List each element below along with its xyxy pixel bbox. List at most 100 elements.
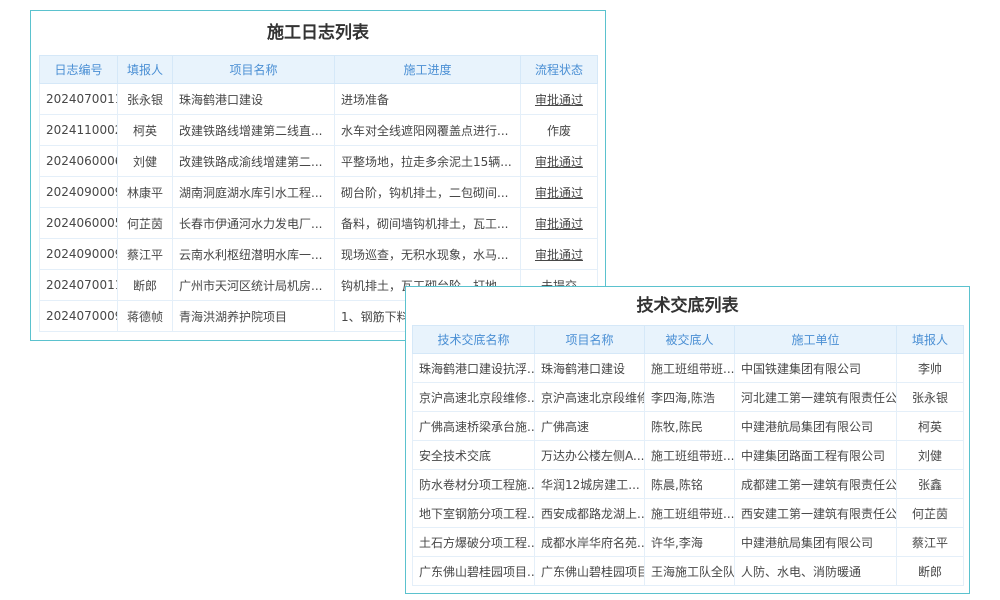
reporter-name: 林康平 (118, 177, 173, 208)
progress-text: 进场准备 (335, 84, 521, 115)
log-table-row[interactable]: 2024090009 林康平 湖南洞庭湖水库引水工程... 砌台阶，钩机排土，二… (40, 177, 598, 208)
reporter-name: 断郎 (118, 270, 173, 301)
log-table-row[interactable]: 2024110002 柯英 改建铁路线增建第二线直... 水车对全线遮阳网覆盖点… (40, 115, 598, 146)
disclosure-col-header-reporter: 填报人 (897, 326, 964, 354)
reporter-name: 蒋德帧 (118, 301, 173, 332)
project-name-link[interactable]: 云南水利枢纽潜明水库一... (173, 239, 335, 270)
disclosure-table-row[interactable]: 防水卷材分项工程施... 华润12城房建工... 陈晨,陈铭 成都建工第一建筑有… (413, 470, 964, 499)
log-table-header-row: 日志编号 填报人 项目名称 施工进度 流程状态 (40, 56, 598, 84)
disclosure-table-row[interactable]: 地下室钢筋分项工程... 西安成都路龙湖上... 施工班组带班... 西安建工第… (413, 499, 964, 528)
receiver-text: 施工班组带班... (645, 354, 735, 383)
project-name-link[interactable]: 青海洪湖养护院项目 (173, 301, 335, 332)
technical-disclosure-table: 技术交底名称 项目名称 被交底人 施工单位 填报人 珠海鹤港口建设抗浮... 珠… (412, 325, 964, 586)
project-name-link[interactable]: 万达办公楼左侧A... (535, 441, 645, 470)
disclosure-name-link[interactable]: 安全技术交底 (413, 441, 535, 470)
construction-log-title: 施工日志列表 (39, 11, 597, 55)
disclosure-table-row[interactable]: 京沪高速北京段维修... 京沪高速北京段维修 李四海,陈浩 河北建工第一建筑有限… (413, 383, 964, 412)
reporter-name: 刘健 (897, 441, 964, 470)
project-name-link[interactable]: 广州市天河区统计局机房... (173, 270, 335, 301)
log-col-header-reporter: 填报人 (118, 56, 173, 84)
disclosure-col-header-name: 技术交底名称 (413, 326, 535, 354)
status-badge: 审批通过 (521, 208, 598, 239)
progress-text: 水车对全线遮阳网覆盖点进行... (335, 115, 521, 146)
disclosure-col-header-project: 项目名称 (535, 326, 645, 354)
disclosure-table-row[interactable]: 土石方爆破分项工程... 成都水岸华府名苑... 许华,李海 中建港航局集团有限… (413, 528, 964, 557)
project-name-link[interactable]: 改建铁路线增建第二线直... (173, 115, 335, 146)
disclosure-table-row[interactable]: 珠海鹤港口建设抗浮... 珠海鹤港口建设 施工班组带班... 中国铁建集团有限公… (413, 354, 964, 383)
construction-unit-text: 成都建工第一建筑有限责任公司 (735, 470, 897, 499)
disclosure-name-link[interactable]: 广东佛山碧桂园项目... (413, 557, 535, 586)
log-number-link[interactable]: 2024060006 (40, 146, 118, 177)
progress-text: 砌台阶，钩机排土，二包砌间... (335, 177, 521, 208)
progress-text: 备料，砌间墙钩机排土，瓦工... (335, 208, 521, 239)
project-name-link[interactable]: 成都水岸华府名苑... (535, 528, 645, 557)
project-name-link[interactable]: 珠海鹤港口建设 (173, 84, 335, 115)
receiver-text: 施工班组带班... (645, 441, 735, 470)
disclosure-table-body: 珠海鹤港口建设抗浮... 珠海鹤港口建设 施工班组带班... 中国铁建集团有限公… (413, 354, 964, 586)
technical-disclosure-panel: 技术交底列表 技术交底名称 项目名称 被交底人 施工单位 填报人 珠海鹤港口建设… (405, 286, 970, 594)
project-name-link[interactable]: 湖南洞庭湖水库引水工程... (173, 177, 335, 208)
project-name-link[interactable]: 华润12城房建工... (535, 470, 645, 499)
disclosure-name-link[interactable]: 珠海鹤港口建设抗浮... (413, 354, 535, 383)
project-name-link[interactable]: 长春市伊通河水力发电厂... (173, 208, 335, 239)
disclosure-name-link[interactable]: 京沪高速北京段维修... (413, 383, 535, 412)
log-table-row[interactable]: 2024060006 刘健 改建铁路成渝线增建第二... 平整场地，拉走多余泥土… (40, 146, 598, 177)
disclosure-name-link[interactable]: 广佛高速桥梁承台施... (413, 412, 535, 441)
log-number-link[interactable]: 2024070011 (40, 270, 118, 301)
status-badge: 审批通过 (521, 146, 598, 177)
log-table-row[interactable]: 2024060005 何芷茵 长春市伊通河水力发电厂... 备料，砌间墙钩机排土… (40, 208, 598, 239)
log-number-link[interactable]: 2024070011 (40, 84, 118, 115)
reporter-name: 柯英 (118, 115, 173, 146)
disclosure-table-row[interactable]: 广佛高速桥梁承台施... 广佛高速 陈牧,陈民 中建港航局集团有限公司 柯英 (413, 412, 964, 441)
log-number-link[interactable]: 2024070009 (40, 301, 118, 332)
log-table-row[interactable]: 2024090009 蔡江平 云南水利枢纽潜明水库一... 现场巡查，无积水现象… (40, 239, 598, 270)
disclosure-name-link[interactable]: 地下室钢筋分项工程... (413, 499, 535, 528)
disclosure-table-row[interactable]: 广东佛山碧桂园项目... 广东佛山碧桂园项目 王海施工队全队... 人防、水电、… (413, 557, 964, 586)
receiver-text: 李四海,陈浩 (645, 383, 735, 412)
construction-unit-text: 中国铁建集团有限公司 (735, 354, 897, 383)
log-number-link[interactable]: 2024090009 (40, 239, 118, 270)
log-col-header-project: 项目名称 (173, 56, 335, 84)
disclosure-table-row[interactable]: 安全技术交底 万达办公楼左侧A... 施工班组带班... 中建集团路面工程有限公… (413, 441, 964, 470)
receiver-text: 陈晨,陈铭 (645, 470, 735, 499)
status-badge: 作废 (521, 115, 598, 146)
receiver-text: 王海施工队全队... (645, 557, 735, 586)
receiver-text: 许华,李海 (645, 528, 735, 557)
reporter-name: 刘健 (118, 146, 173, 177)
project-name-link[interactable]: 珠海鹤港口建设 (535, 354, 645, 383)
reporter-name: 张鑫 (897, 470, 964, 499)
reporter-name: 蔡江平 (118, 239, 173, 270)
construction-unit-text: 中建集团路面工程有限公司 (735, 441, 897, 470)
construction-unit-text: 河北建工第一建筑有限责任公司 (735, 383, 897, 412)
log-col-header-status: 流程状态 (521, 56, 598, 84)
technical-disclosure-title: 技术交底列表 (412, 287, 963, 325)
reporter-name: 何芷茵 (118, 208, 173, 239)
status-badge: 审批通过 (521, 177, 598, 208)
reporter-name: 断郎 (897, 557, 964, 586)
construction-unit-text: 人防、水电、消防暖通 (735, 557, 897, 586)
project-name-link[interactable]: 广东佛山碧桂园项目 (535, 557, 645, 586)
reporter-name: 蔡江平 (897, 528, 964, 557)
construction-unit-text: 中建港航局集团有限公司 (735, 412, 897, 441)
project-name-link[interactable]: 广佛高速 (535, 412, 645, 441)
disclosure-name-link[interactable]: 防水卷材分项工程施... (413, 470, 535, 499)
log-number-link[interactable]: 2024110002 (40, 115, 118, 146)
log-col-header-id: 日志编号 (40, 56, 118, 84)
reporter-name: 李帅 (897, 354, 964, 383)
log-number-link[interactable]: 2024090009 (40, 177, 118, 208)
reporter-name: 柯英 (897, 412, 964, 441)
receiver-text: 施工班组带班... (645, 499, 735, 528)
log-number-link[interactable]: 2024060005 (40, 208, 118, 239)
status-badge: 审批通过 (521, 239, 598, 270)
reporter-name: 张永银 (897, 383, 964, 412)
project-name-link[interactable]: 改建铁路成渝线增建第二... (173, 146, 335, 177)
progress-text: 现场巡查，无积水现象，水马... (335, 239, 521, 270)
project-name-link[interactable]: 京沪高速北京段维修 (535, 383, 645, 412)
disclosure-name-link[interactable]: 土石方爆破分项工程... (413, 528, 535, 557)
log-table-row[interactable]: 2024070011 张永银 珠海鹤港口建设 进场准备 审批通过 (40, 84, 598, 115)
status-badge: 审批通过 (521, 84, 598, 115)
construction-unit-text: 西安建工第一建筑有限责任公司 (735, 499, 897, 528)
project-name-link[interactable]: 西安成都路龙湖上... (535, 499, 645, 528)
construction-unit-text: 中建港航局集团有限公司 (735, 528, 897, 557)
reporter-name: 何芷茵 (897, 499, 964, 528)
